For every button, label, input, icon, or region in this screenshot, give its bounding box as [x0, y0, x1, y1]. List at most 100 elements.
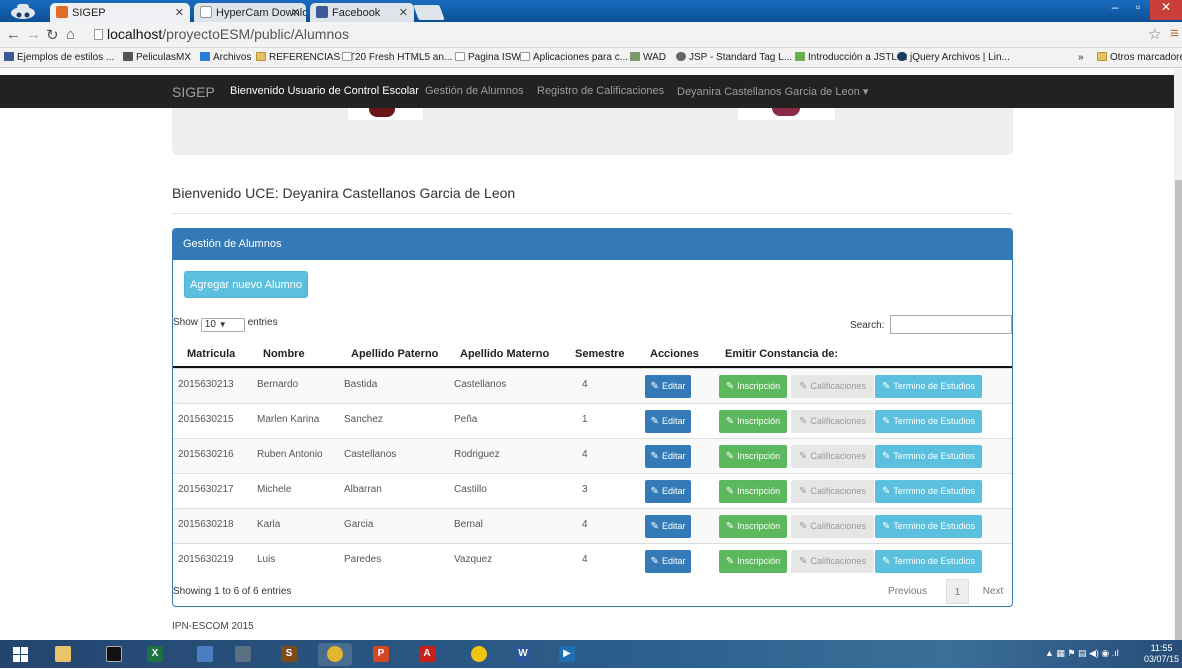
bookmark-item[interactable]: WAD [630, 52, 666, 63]
edit-button[interactable]: ✎ Editar [645, 445, 691, 468]
column-header-nombre[interactable]: Nombre [263, 348, 305, 360]
home-icon[interactable]: ⌂ [66, 26, 75, 43]
taskbar-explorer[interactable] [46, 643, 80, 666]
bookmark-item[interactable]: Introducción a JSTL ... [795, 52, 908, 63]
pencil-icon: ✎ [725, 486, 735, 497]
column-header-matricula[interactable]: Matricula [187, 348, 235, 360]
inscripcion-button[interactable]: ✎ Inscripción [719, 480, 787, 503]
termino-estudios-button[interactable]: ✎ Termino de Estudios [875, 445, 982, 468]
taskbar-chrome[interactable] [318, 643, 352, 666]
scrollbar-thumb[interactable] [1175, 180, 1182, 640]
column-header-semestre[interactable]: Semestre [575, 348, 625, 360]
column-header-apellido-materno[interactable]: Apellido Materno [460, 348, 549, 360]
calificaciones-button[interactable]: ✎ Calificaciones [791, 410, 874, 433]
jquery-icon [897, 52, 907, 61]
bookmark-item[interactable]: REFERENCIAS TT [256, 52, 355, 63]
tab-hypercam[interactable]: HyperCam Downloads ✕ [194, 3, 306, 22]
start-button[interactable] [4, 643, 38, 666]
termino-estudios-button[interactable]: ✎ Termino de Estudios [875, 410, 982, 433]
taskbar-netbeans[interactable] [462, 643, 496, 666]
inscripcion-button[interactable]: ✎ Inscripción [719, 445, 787, 468]
excel-icon: X [147, 646, 163, 662]
termino-estudios-button[interactable]: ✎ Termino de Estudios [875, 375, 982, 398]
calificaciones-button[interactable]: ✎ Calificaciones [791, 375, 874, 398]
pagination-previous[interactable]: Previous [879, 579, 936, 604]
calificaciones-button[interactable]: ✎ Calificaciones [791, 480, 874, 503]
taskbar-cmd[interactable] [97, 643, 131, 666]
termino-estudios-button[interactable]: ✎ Termino de Estudios [875, 515, 982, 538]
taskbar-acrobat[interactable]: A [410, 643, 444, 666]
escom-logo [738, 108, 835, 120]
reload-icon[interactable]: ↻ [46, 26, 59, 44]
inscripcion-button[interactable]: ✎ Inscripción [719, 550, 787, 573]
taskbar-virtualbox[interactable] [188, 643, 222, 666]
tab-facebook[interactable]: Facebook ✕ [310, 3, 414, 22]
taskbar-excel[interactable]: X [138, 643, 172, 666]
nav-link-gestion-alumnos[interactable]: Gestión de Alumnos [425, 85, 523, 97]
termino-estudios-button[interactable]: ✎ Termino de Estudios [875, 550, 982, 573]
edit-button[interactable]: ✎ Editar [645, 515, 691, 538]
bookmark-item[interactable]: PeliculasMX [123, 52, 191, 63]
bookmark-item[interactable]: Pagina ISW [455, 52, 521, 63]
pagination-next[interactable]: Next [976, 579, 1010, 604]
close-window-button[interactable]: ✕ [1150, 0, 1182, 20]
close-tab-icon[interactable]: ✕ [399, 6, 408, 19]
menu-icon[interactable]: ≡ [1170, 25, 1179, 42]
bookmark-item[interactable]: JSP - Standard Tag L... [676, 52, 792, 63]
cell-matricula: 2015630218 [178, 519, 234, 530]
edit-button[interactable]: ✎ Editar [645, 410, 691, 433]
bookmark-item[interactable]: Archivos [200, 52, 251, 63]
add-student-button[interactable]: Agregar nuevo Alumno [184, 271, 308, 298]
url-field[interactable]: localhost/proyectoESM/public/Alumnos [94, 26, 349, 42]
edit-button[interactable]: ✎ Editar [645, 480, 691, 503]
cell-matricula: 2015630213 [178, 379, 234, 390]
pencil-icon: ✎ [799, 521, 808, 532]
hypercam-icon: ▶ [559, 646, 575, 662]
taskbar-powerpoint[interactable]: P [364, 643, 398, 666]
button-label: Calificaciones [810, 451, 866, 461]
bookmark-item[interactable]: jQuery Archivos | Lin... [897, 52, 1010, 63]
bookmark-item-otros[interactable]: Otros marcadores [1097, 52, 1182, 63]
search-input[interactable] [890, 315, 1012, 334]
taskbar-hypercam[interactable]: ▶ [550, 643, 584, 666]
windows-icon [13, 647, 28, 662]
folder-icon [1097, 52, 1107, 61]
panel-title: Gestión de Alumnos [173, 229, 1012, 260]
nav-link-bienvenido[interactable]: Bienvenido Usuario de Control Escolar [230, 85, 419, 97]
taskbar-clock[interactable]: 11:55 03/07/15 [1144, 643, 1179, 665]
calificaciones-button[interactable]: ✎ Calificaciones [791, 515, 874, 538]
taskbar-app-s[interactable]: S [272, 643, 306, 666]
calificaciones-button[interactable]: ✎ Calificaciones [791, 550, 874, 573]
more-bookmarks-chevron[interactable]: » [1078, 52, 1084, 63]
nav-link-registro-calificaciones[interactable]: Registro de Calificaciones [537, 85, 664, 97]
calificaciones-button[interactable]: ✎ Calificaciones [791, 445, 874, 468]
bookmark-star-icon[interactable]: ☆ [1148, 25, 1161, 43]
close-tab-icon[interactable]: ✕ [175, 6, 184, 19]
user-dropdown[interactable]: Deyanira Castellanos Garcia de Leon ▾ [677, 85, 868, 98]
tab-sigep[interactable]: SIGEP ✕ [50, 3, 190, 22]
back-icon[interactable]: ← [6, 26, 21, 43]
entries-select[interactable]: 10 ▼ [200, 318, 245, 332]
edit-button[interactable]: ✎ Editar [645, 375, 691, 398]
close-tab-icon[interactable]: ✕ [291, 6, 300, 19]
termino-estudios-button[interactable]: ✎ Termino de Estudios [875, 480, 982, 503]
taskbar-word[interactable]: W [506, 643, 540, 666]
column-header-apellido-paterno[interactable]: Apellido Paterno [351, 348, 438, 360]
new-tab-button[interactable] [413, 5, 445, 20]
inscripcion-button[interactable]: ✎ Inscripción [719, 515, 787, 538]
app-s-icon: S [281, 646, 297, 662]
edit-button[interactable]: ✎ Editar [645, 550, 691, 573]
pagination-page-1[interactable]: 1 [946, 579, 969, 604]
bookmark-item[interactable]: Ejemplos de estilos ... [4, 52, 114, 63]
maximize-button[interactable]: ▫ [1128, 0, 1148, 20]
inscripcion-button[interactable]: ✎ Inscripción [719, 410, 787, 433]
forward-icon[interactable]: → [26, 26, 41, 43]
bookmark-item[interactable]: 20 Fresh HTML5 an... [342, 52, 452, 63]
brand-link[interactable]: SIGEP [172, 84, 215, 100]
minimize-button[interactable]: – [1103, 0, 1127, 20]
bookmark-item[interactable]: Aplicaciones para c... [520, 52, 628, 63]
button-label: Inscripción [737, 451, 781, 461]
taskbar-sublime[interactable] [226, 643, 260, 666]
inscripcion-button[interactable]: ✎ Inscripción [719, 375, 787, 398]
system-tray-icons[interactable]: ▲ ▦ ⚑ ▤ ◀) ◉ .ıl [1045, 648, 1119, 659]
